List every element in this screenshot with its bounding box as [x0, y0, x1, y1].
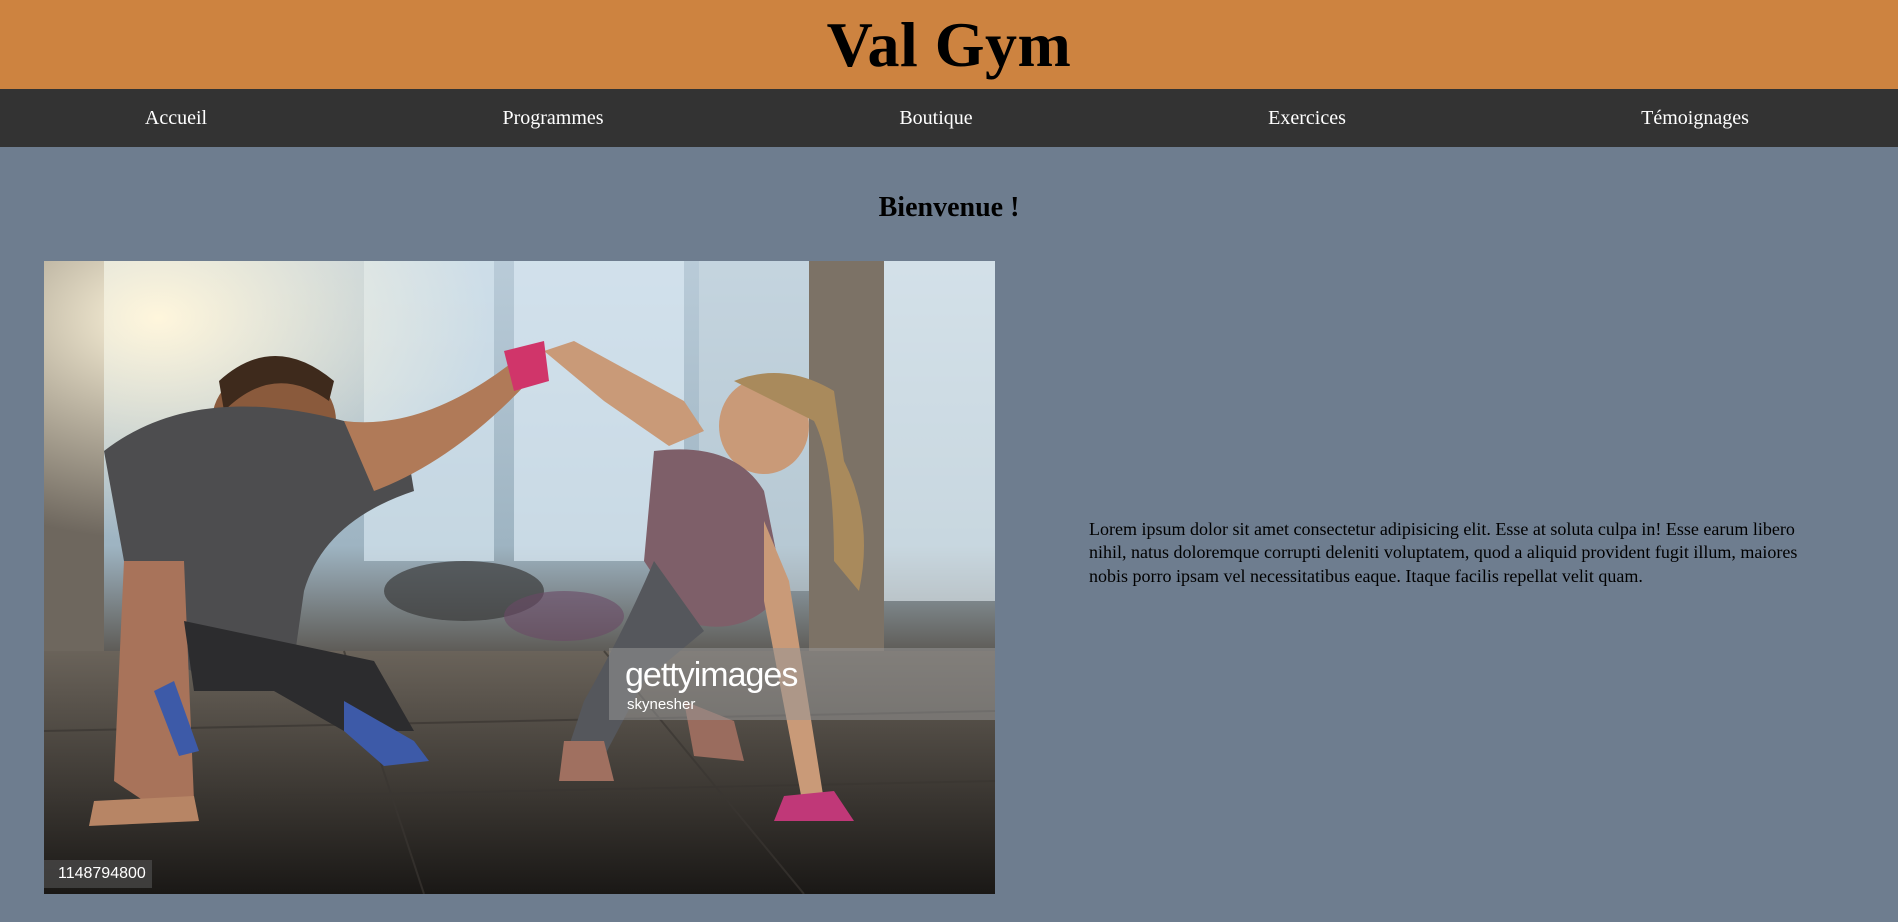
nav-link-programmes[interactable]: Programmes — [502, 107, 603, 130]
watermark-brand-text: gettyimages — [625, 656, 798, 694]
site-title: Val Gym — [826, 8, 1072, 80]
intro-paragraph: Lorem ipsum dolor sit amet consectetur a… — [1089, 519, 1798, 586]
nav-link-boutique[interactable]: Boutique — [899, 107, 972, 130]
gym-photo-illustration — [44, 261, 995, 894]
watermark-panel: gettyimages skynesher — [609, 648, 995, 720]
nav-link-accueil[interactable]: Accueil — [145, 107, 207, 130]
nav-link-temoignages[interactable]: Témoignages — [1641, 107, 1749, 130]
image-id-label: 1148794800 — [44, 860, 152, 888]
main-content: gettyimages skynesher 1148794800 Lorem i… — [0, 224, 1898, 922]
welcome-heading: Bienvenue ! — [878, 192, 1020, 223]
watermark-credit-text: skynesher — [627, 696, 696, 713]
main-nav: Accueil Programmes Boutique Exercices Té… — [0, 89, 1898, 147]
site-header: Val Gym — [0, 0, 1898, 89]
gym-hero-photo: gettyimages skynesher 1148794800 — [44, 261, 995, 894]
nav-link-exercices[interactable]: Exercices — [1268, 107, 1346, 130]
